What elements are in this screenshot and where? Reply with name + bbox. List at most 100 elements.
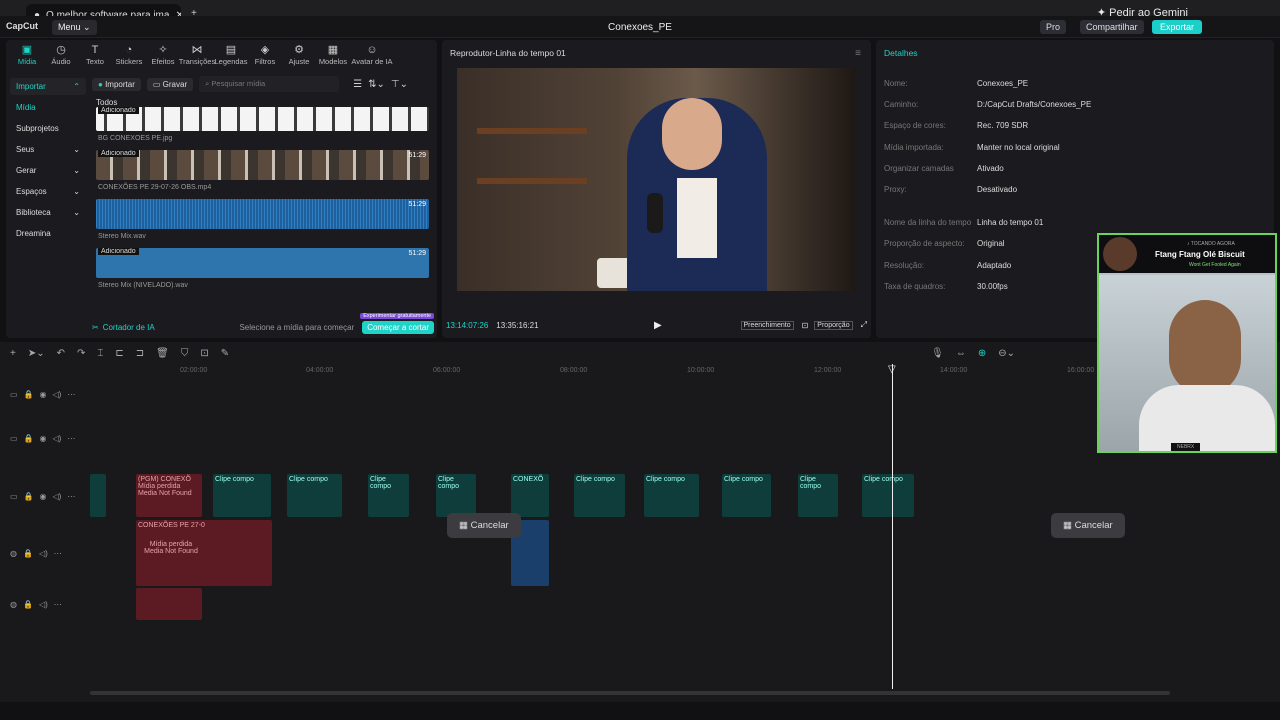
search-input[interactable]: ⌕ Pesquisar mídia [199, 76, 340, 92]
nav-media[interactable]: Mídia [10, 99, 86, 116]
list-view-icon[interactable]: ☰ [353, 79, 362, 90]
eye-icon[interactable]: ◉ [40, 390, 47, 399]
eye-icon[interactable]: ◉ [40, 434, 47, 443]
tab-transitions[interactable]: ⋈ Transições [179, 44, 215, 70]
add-track-icon[interactable]: + [10, 348, 16, 359]
redo-icon[interactable]: ↷ [77, 348, 85, 359]
nav-import[interactable]: Importar ⌃ [10, 78, 86, 95]
timeline-clip[interactable]: Clipe compo [644, 474, 699, 517]
trim-right-icon[interactable]: ⊐ [136, 348, 144, 359]
more-icon[interactable]: ⋯ [67, 390, 75, 399]
timeline-clip[interactable]: Clipe compo [722, 474, 771, 517]
nav-spaces[interactable]: Espaços ⌄ [10, 183, 86, 200]
audio-clip[interactable]: CONEXÕES PE 27-0 Mídia perdida Media Not F… [136, 520, 272, 586]
lock-icon[interactable]: 🔒 [23, 600, 33, 609]
timeline-clip[interactable]: Clipe compo [862, 474, 914, 517]
sort-icon[interactable]: ⇅⌄ [368, 79, 385, 90]
eye-icon[interactable]: ◉ [40, 492, 47, 501]
tab-media[interactable]: ▣ Mídia [10, 44, 44, 70]
more-icon[interactable]: ⋯ [54, 549, 62, 558]
nav-library[interactable]: Biblioteca ⌄ [10, 204, 86, 221]
media-item[interactable]: 51:29 Stereo Mix.wav [96, 199, 434, 240]
record-button[interactable]: ▭ Gravar [146, 77, 194, 91]
fill-button[interactable]: Preenchimento [740, 320, 794, 330]
play-icon[interactable]: ▶ [654, 320, 662, 331]
delete-icon[interactable]: 🗑 [156, 348, 169, 359]
start-cutting-button[interactable]: Experimentar gratuitamente Começar a cort… [360, 312, 435, 334]
cancel-button[interactable]: ▦ Cancelar [1051, 513, 1125, 538]
timeline-scrollbar[interactable] [90, 691, 1170, 695]
undo-icon[interactable]: ↶ [57, 348, 65, 359]
tab-text[interactable]: T Texto [78, 44, 112, 70]
lock-icon[interactable]: 🔒 [24, 492, 34, 501]
tab-templates[interactable]: ▦ Modelos [316, 44, 350, 70]
fullscreen-icon[interactable]: ⤢ [861, 320, 867, 330]
timeline-clip[interactable]: (PGM) CONEXÕ Mídia perdida Media Not Found [136, 474, 202, 517]
crop-icon[interactable]: ⊡ [200, 348, 208, 359]
shield-icon[interactable]: ⛉ [181, 348, 189, 359]
select-tool-icon[interactable]: ➤⌄ [28, 348, 45, 359]
speaker-icon[interactable]: ◁) [39, 549, 48, 558]
timeline-clip[interactable]: Clipe compo [368, 474, 409, 517]
webcam-badge: NEBRX [1171, 443, 1201, 451]
nav-yours[interactable]: Seus ⌄ [10, 141, 86, 158]
magnet-icon[interactable]: ⊕ [978, 348, 986, 359]
nav-subprojects[interactable]: Subprojetos [10, 120, 86, 137]
tab-adjust[interactable]: ⚙ Ajuste [282, 44, 316, 70]
microphone-icon[interactable]: 🎙 [931, 348, 944, 359]
timeline-clip[interactable]: Clipe compo [574, 474, 625, 517]
split-icon[interactable]: ⌶ [97, 348, 103, 359]
crop-icon[interactable]: ⊡ [802, 321, 809, 330]
speaker-icon[interactable]: ◁) [39, 600, 48, 609]
pen-icon[interactable]: ✎ [221, 348, 229, 359]
ruler-tick: 04:00:00 [306, 367, 334, 374]
more-icon[interactable]: ⋯ [67, 492, 75, 501]
nav-dreamina[interactable]: Dreamina [10, 225, 86, 242]
ruler-tick: 02:00:00 [180, 367, 208, 374]
timeline-clip[interactable]: Clipe compo [213, 474, 271, 517]
more-icon[interactable]: ⋯ [54, 600, 62, 609]
speaker-icon[interactable]: ◁) [53, 390, 62, 399]
timeline-clip[interactable]: CONEXÕ [511, 474, 549, 517]
filter-icon[interactable]: ⊤⌄ [391, 79, 408, 90]
nav-generate[interactable]: Gerar ⌄ [10, 162, 86, 179]
share-button[interactable]: Compartilhar [1080, 20, 1144, 34]
tab-captions[interactable]: ▤ Legendas [214, 44, 248, 70]
trim-left-icon[interactable]: ⊏ [115, 348, 123, 359]
playhead[interactable] [892, 364, 893, 689]
playhead-handle-icon[interactable]: ▽ [888, 364, 896, 375]
timeline-clip[interactable]: Clipe compo [436, 474, 476, 517]
export-button[interactable]: Exportar [1152, 20, 1203, 34]
track-header: ▭ 🔒 ◉ ◁) ⋯ [0, 430, 88, 446]
pro-button[interactable]: Pro [1040, 20, 1067, 34]
tab-stickers[interactable]: ◔ Stickers [112, 44, 146, 70]
media-item[interactable]: Adicionado 51:29 Stereo Mix (NIVELADO).wa… [96, 248, 434, 289]
import-button[interactable]: ● Importar [92, 77, 141, 91]
track-header: ▭ 🔒 ◉ ◁) ⋯ [0, 488, 88, 504]
tab-filters[interactable]: ◈ Filtros [248, 44, 282, 70]
link-icon[interactable]: ⇔ [956, 348, 966, 359]
lock-icon[interactable]: 🔒 [24, 390, 34, 399]
media-item[interactable]: Adicionado 51:29 CONEXÕES PE 29-07-26 OBS… [96, 150, 434, 191]
detail-key: Proporção de aspecto: [884, 239, 965, 248]
timeline-clip[interactable]: Clipe compo [287, 474, 342, 517]
speaker-icon[interactable]: ◁) [53, 434, 62, 443]
timeline-clip[interactable]: Clipe compo [798, 474, 838, 517]
speaker-icon[interactable]: ◁) [53, 492, 62, 501]
tab-ai-avatar[interactable]: ☺ Avatar de IA [350, 44, 394, 70]
more-icon[interactable]: ⋯ [67, 434, 75, 443]
audio-clip[interactable] [136, 588, 202, 620]
ratio-button[interactable]: Proporção [814, 320, 853, 330]
media-item[interactable]: Adicionado BG CONEXOES PE.jpg [96, 107, 434, 142]
tab-audio[interactable]: ◷ Áudio [44, 44, 78, 70]
timeline-clip[interactable] [90, 474, 106, 517]
tab-effects[interactable]: ✧ Efeitos [146, 44, 180, 70]
clip-label: Clipe compo [370, 476, 392, 490]
lock-icon[interactable]: 🔒 [23, 549, 33, 558]
cancel-button[interactable]: ▦ Cancelar [447, 513, 521, 538]
zoom-icon[interactable]: ⊖⌄ [998, 348, 1015, 359]
video-preview[interactable] [457, 68, 855, 291]
lock-icon[interactable]: 🔒 [24, 434, 34, 443]
ruler-tick: 16:00:00 [1067, 367, 1095, 374]
panel-menu-icon[interactable]: ≡ [855, 48, 861, 59]
